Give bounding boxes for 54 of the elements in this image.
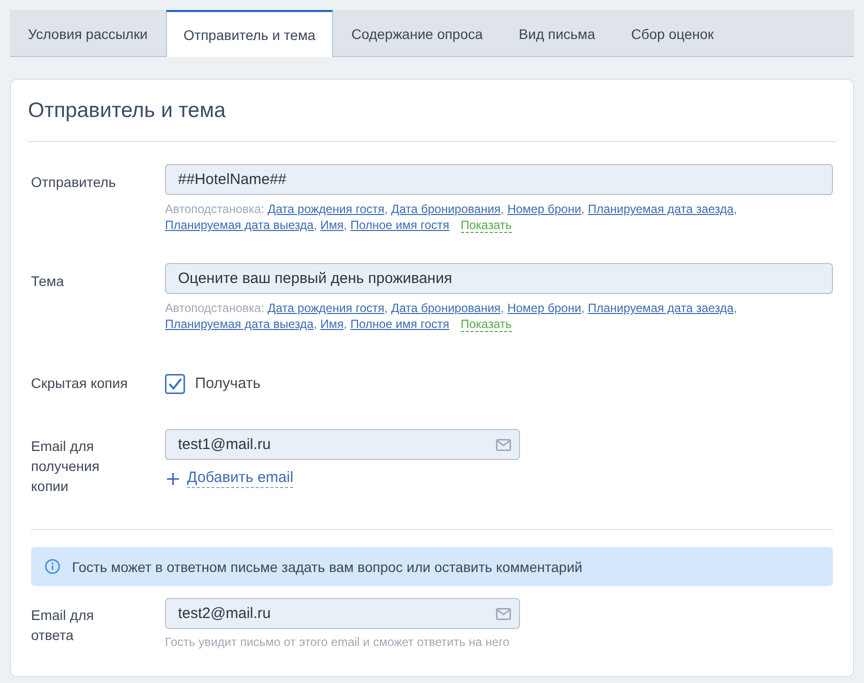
show-toggle-link[interactable]: Показать <box>460 218 512 233</box>
text-input[interactable]: Оцените ваш первый день проживания <box>165 263 833 294</box>
email-input[interactable]: test1@mail.ru <box>165 429 520 460</box>
tab[interactable]: Содержание опроса <box>333 10 501 56</box>
envelope-icon <box>496 438 511 450</box>
envelope-icon <box>496 608 511 620</box>
autofill-link[interactable]: Номер брони <box>507 301 582 315</box>
field-label: Email для получения копии <box>31 437 100 496</box>
field-label: Email для ответа <box>31 606 95 645</box>
comma-text: , <box>344 317 347 331</box>
show-toggle-link[interactable]: Показать <box>460 317 512 332</box>
checkbox[interactable] <box>165 374 185 394</box>
tab[interactable]: Отправитель и тема <box>166 10 334 57</box>
checkbox-label[interactable]: Получать <box>195 375 261 392</box>
autofill-link[interactable]: Планируемая дата заезда <box>588 301 734 315</box>
plus-icon <box>167 472 179 484</box>
autofill-link[interactable]: Планируемая дата выезда <box>165 218 314 232</box>
autofill-link[interactable]: Имя <box>320 317 344 331</box>
autofill-link[interactable]: Планируемая дата заезда <box>588 202 734 216</box>
autofill-link[interactable]: Полное имя гостя <box>350 218 450 232</box>
autofill-link[interactable]: Дата рождения гостя <box>268 301 384 315</box>
text-input[interactable]: ##HotelName## <box>165 164 833 195</box>
tab[interactable]: Условия рассылки <box>10 10 166 56</box>
info-icon <box>45 559 60 574</box>
comma-text: , <box>384 202 388 216</box>
comma-text: , <box>581 202 584 216</box>
add-email-link[interactable]: Добавить email <box>167 469 294 488</box>
tab[interactable]: Сбор оценок <box>613 10 732 56</box>
autofill-link[interactable]: Имя <box>320 218 344 232</box>
autofill-link[interactable]: Дата бронирования <box>391 301 501 315</box>
comma-text: , <box>581 301 584 315</box>
comma-text: , <box>314 218 317 232</box>
comma-text: , <box>734 202 737 216</box>
comma-text: , <box>384 301 388 315</box>
autofill-label: Автоподстановка: <box>165 301 264 315</box>
autofill-link[interactable]: Дата бронирования <box>391 202 501 216</box>
comma-text: , <box>344 218 347 232</box>
comma-text: , <box>500 301 504 315</box>
section-title: Отправитель и тема <box>28 98 227 124</box>
field-hint: Гость увидит письмо от этого email и сможет ответить на него <box>165 634 510 650</box>
autofill-link[interactable]: Полное имя гостя <box>350 317 450 331</box>
autofill-link[interactable]: Номер брони <box>507 202 582 216</box>
comma-text: , <box>314 317 317 331</box>
comma-text: , <box>500 202 504 216</box>
field-label: Скрытая копия <box>31 374 129 393</box>
tab[interactable]: Вид письма <box>500 10 614 56</box>
field-label: Тема <box>31 272 65 291</box>
autofill-label: Автоподстановка: <box>165 202 264 216</box>
autofill-link[interactable]: Дата рождения гостя <box>268 202 384 216</box>
autofill-link[interactable]: Планируемая дата выезда <box>165 317 314 331</box>
field-label: Отправитель <box>31 173 117 192</box>
comma-text: , <box>734 301 737 315</box>
info-text: Гость может в ответном письме задать вам вопрос или оставить комментарий <box>72 558 582 574</box>
email-input[interactable]: test2@mail.ru <box>165 598 520 629</box>
